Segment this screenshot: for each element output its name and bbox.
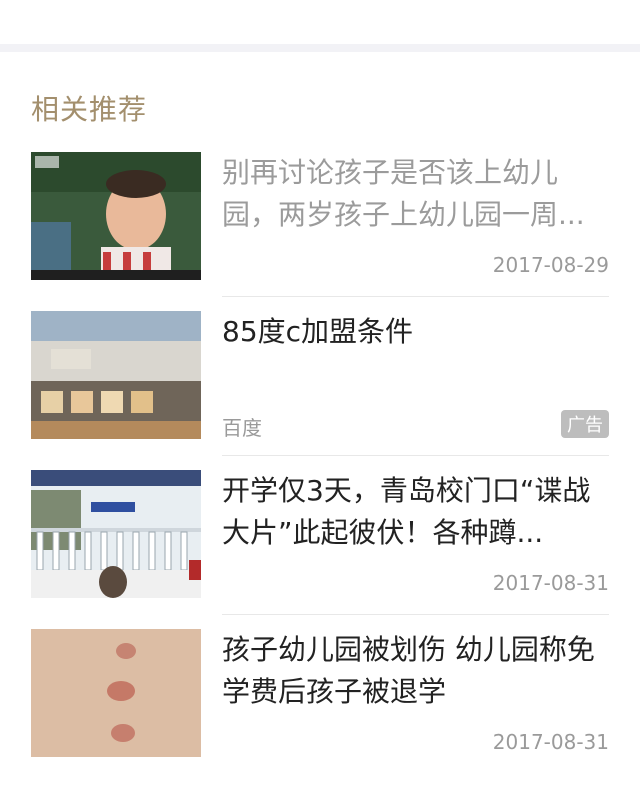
thumbnail-image: [31, 629, 201, 757]
section-title: 相关推荐: [31, 93, 148, 126]
thumbnail-image: [31, 152, 201, 280]
item-meta: 2017-08-31: [222, 571, 609, 599]
item-content: 孩子幼儿园被划伤 幼儿园称免学费后孩子被退学 2017-08-31: [222, 629, 609, 773]
section-divider: [0, 44, 640, 52]
item-date: 2017-08-29: [492, 253, 609, 277]
list-item[interactable]: 孩子幼儿园被划伤 幼儿园称免学费后孩子被退学 2017-08-31: [31, 629, 609, 788]
item-title[interactable]: 开学仅3天，青岛校门口“谍战大片”此起彼伏！各种蹲...: [222, 470, 609, 554]
item-meta: 2017-08-31: [222, 730, 609, 758]
item-source: 百度: [222, 416, 262, 440]
list-item[interactable]: 开学仅3天，青岛校门口“谍战大片”此起彼伏！各种蹲... 2017-08-31: [31, 470, 609, 629]
item-content: 别再讨论孩子是否该上幼儿园，两岁孩子上幼儿园一周... 2017-08-29: [222, 152, 609, 297]
item-date: 2017-08-31: [492, 730, 609, 754]
item-title[interactable]: 别再讨论孩子是否该上幼儿园，两岁孩子上幼儿园一周...: [222, 152, 609, 236]
item-content: 开学仅3天，青岛校门口“谍战大片”此起彼伏！各种蹲... 2017-08-31: [222, 470, 609, 615]
item-meta: 2017-08-29: [222, 253, 609, 281]
ad-badge: 广告: [561, 410, 609, 438]
item-meta: 百度 广告: [222, 410, 609, 440]
list-item-ad[interactable]: 85度c加盟条件 百度 广告: [31, 311, 609, 470]
thumbnail-image: [31, 311, 201, 439]
item-title[interactable]: 85度c加盟条件: [222, 311, 609, 353]
item-date: 2017-08-31: [492, 571, 609, 595]
item-title[interactable]: 孩子幼儿园被划伤 幼儿园称免学费后孩子被退学: [222, 629, 609, 713]
list-item[interactable]: 别再讨论孩子是否该上幼儿园，两岁孩子上幼儿园一周... 2017-08-29: [31, 152, 609, 311]
thumbnail-image: [31, 470, 201, 598]
top-area: [0, 0, 640, 44]
related-recommendations: 相关推荐 别再讨论孩子是否该上幼儿园，两岁孩子上幼儿园一周... 2017-08…: [0, 88, 640, 788]
item-content: 85度c加盟条件 百度 广告: [222, 311, 609, 456]
